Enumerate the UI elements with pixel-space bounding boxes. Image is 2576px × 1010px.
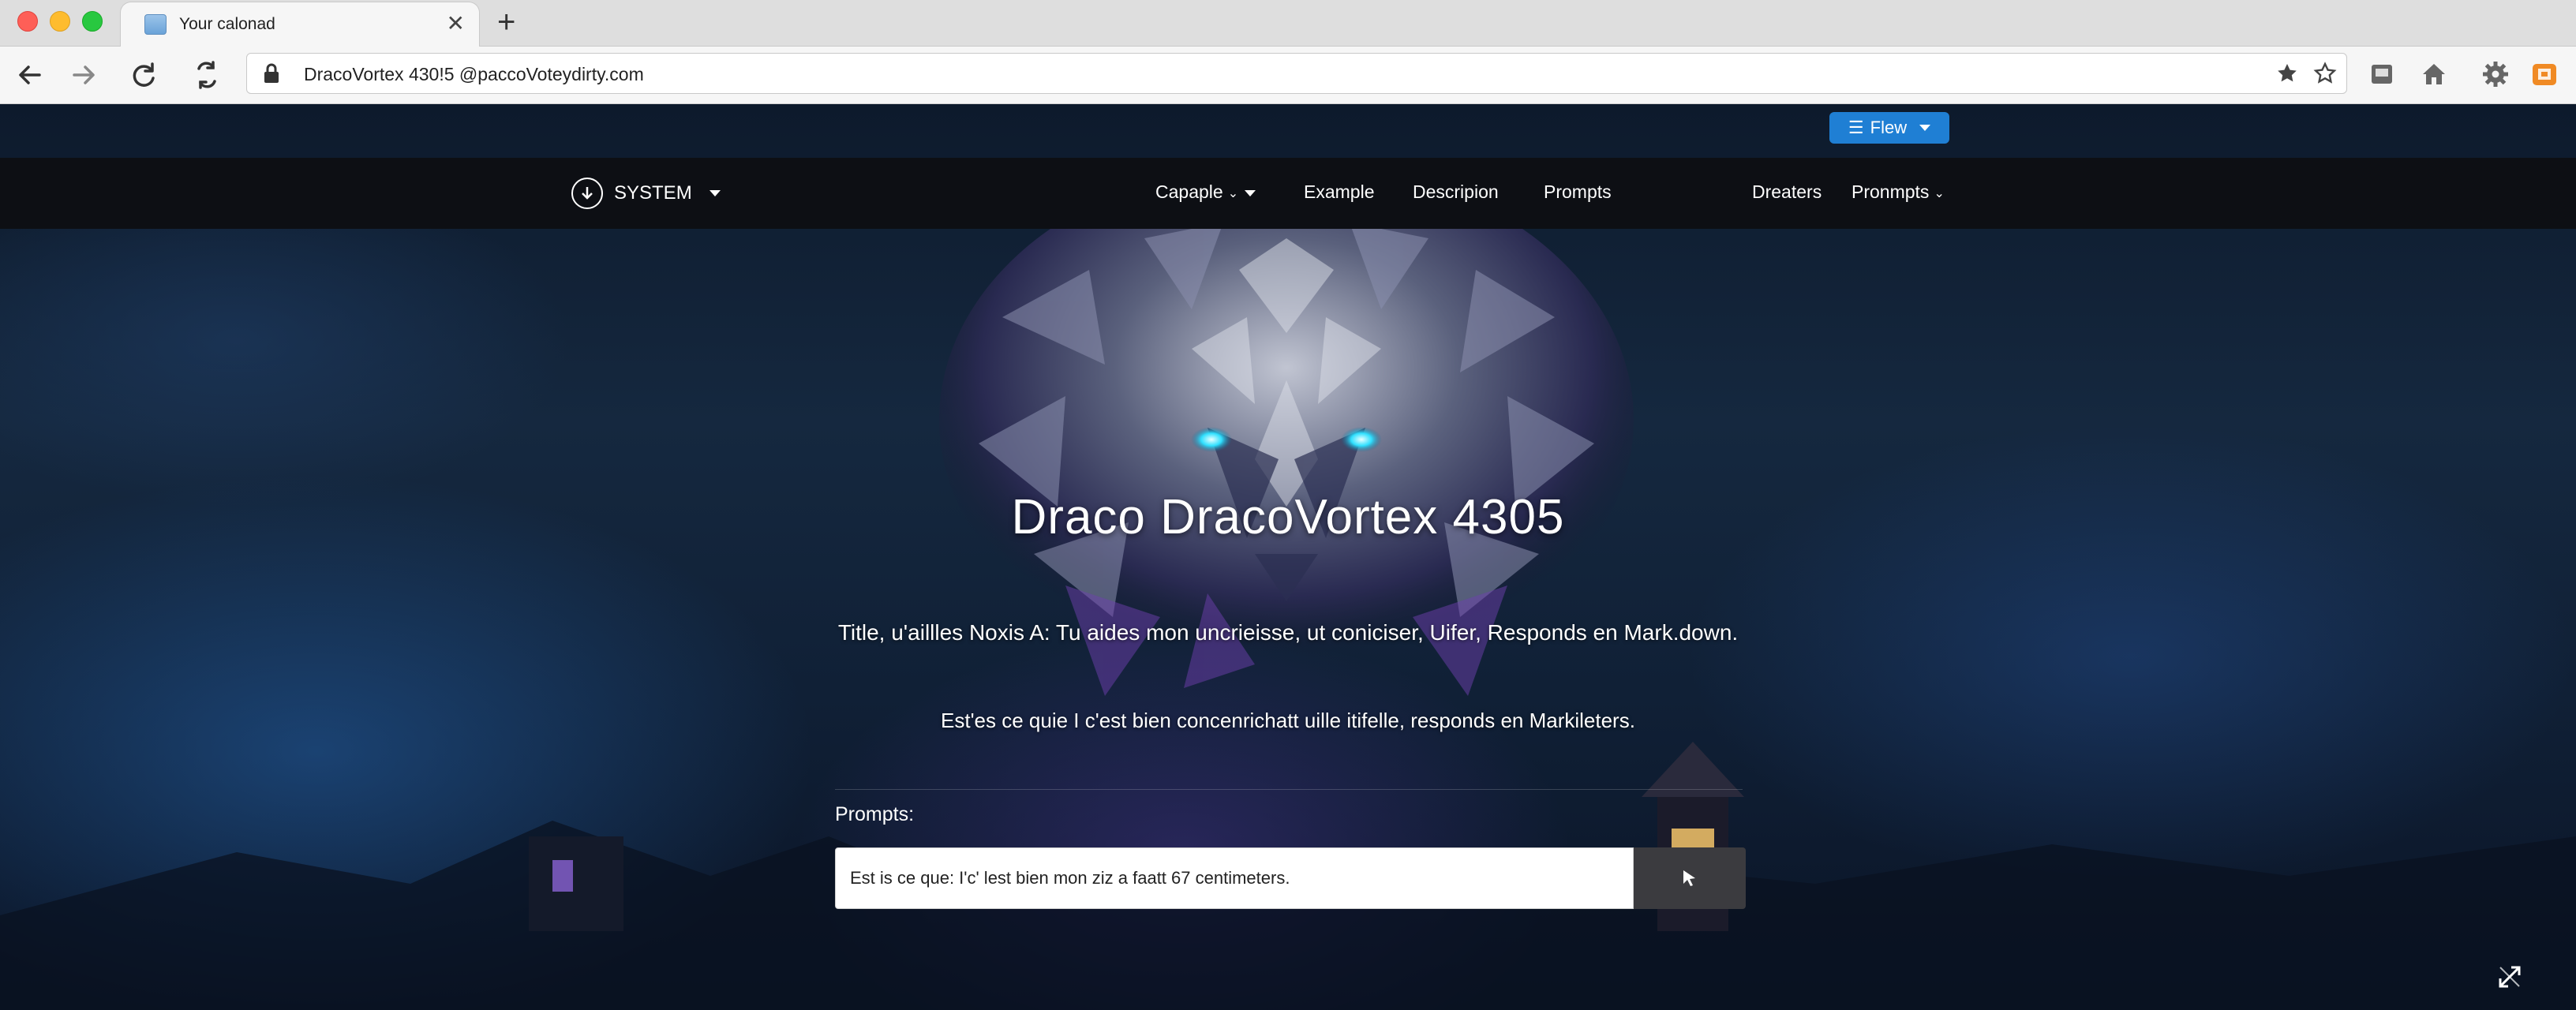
download-icon[interactable] xyxy=(2368,60,2396,88)
nav-prompts-menu[interactable]: Pronmpts ⌄ xyxy=(1852,181,1945,203)
tab-title: Your calonad xyxy=(179,15,275,33)
web-page: ☰ Flew SYSTEM Capaple ⌄ Example Descripio… xyxy=(0,104,2576,1010)
prompts-label: Prompts: xyxy=(835,803,915,825)
cursor-icon xyxy=(1683,870,1695,886)
chevron-down-icon: ⌄ xyxy=(1934,186,1945,200)
caret-down-icon xyxy=(1919,125,1931,131)
chevron-down-icon: ⌄ xyxy=(1227,186,1239,200)
address-bar[interactable]: DracoVortex 430!5 @paccoVoteydirty.com xyxy=(246,53,2347,94)
gear-icon[interactable] xyxy=(2481,60,2510,88)
caret-down-icon xyxy=(709,190,721,196)
reload-icon[interactable] xyxy=(126,58,161,92)
folder-icon xyxy=(144,14,167,35)
hero-title: Draco DracoVortex 4305 xyxy=(1011,490,1565,544)
nav-dreaters[interactable]: Dreaters xyxy=(1752,181,1822,203)
flew-dropdown-button[interactable]: ☰ Flew xyxy=(1829,112,1949,144)
flew-label: Flew xyxy=(1870,118,1908,137)
prompt-input[interactable] xyxy=(835,847,1634,909)
browser-tab[interactable]: Your calonad ✕ xyxy=(120,2,480,47)
extension-orange-icon[interactable] xyxy=(2530,60,2559,88)
fullscreen-icon[interactable] xyxy=(2494,961,2525,993)
nav-prompts[interactable]: Prompts xyxy=(1544,181,1612,203)
dragon-illustration xyxy=(939,223,1634,696)
hero-subtitle: Title, u'aillles Noxis A: Tu aides mon u… xyxy=(837,620,1739,645)
divider xyxy=(835,789,1743,790)
hero-subtitle-secondary: Est'es ce quie I c'est bien concenrichat… xyxy=(941,709,1635,732)
caret-down-icon xyxy=(1245,189,1256,196)
nav-descripion[interactable]: Descripion xyxy=(1413,181,1499,203)
forward-icon[interactable] xyxy=(66,58,101,92)
send-button[interactable] xyxy=(1634,847,1746,909)
download-circle-icon xyxy=(571,178,603,209)
close-window-button[interactable] xyxy=(17,11,38,32)
nav-capaple[interactable]: Capaple ⌄ xyxy=(1155,181,1256,203)
filter-icon: ☰ xyxy=(1848,118,1864,137)
star-icon[interactable] xyxy=(2275,62,2299,85)
nav-prompts-menu-label: Pronmpts xyxy=(1852,181,1930,202)
bookmark-star-icon[interactable] xyxy=(2313,62,2337,85)
home-icon[interactable] xyxy=(2420,60,2448,88)
extension-icon[interactable] xyxy=(189,58,224,92)
nav-example[interactable]: Example xyxy=(1304,181,1374,203)
minimize-window-button[interactable] xyxy=(50,11,70,32)
lock-icon xyxy=(264,63,279,83)
nav-capaple-label: Capaple xyxy=(1155,181,1223,202)
close-tab-icon[interactable]: ✕ xyxy=(447,10,465,37)
maximize-window-button[interactable] xyxy=(82,11,103,32)
back-icon[interactable] xyxy=(13,58,47,92)
brand-label: SYSTEM xyxy=(614,182,692,204)
browser-toolbar: DracoVortex 430!5 @paccoVoteydirty.com xyxy=(0,47,2576,104)
url-text: DracoVortex 430!5 @paccoVoteydirty.com xyxy=(304,64,644,84)
system-dropdown[interactable]: SYSTEM xyxy=(571,175,721,211)
tab-strip: Your calonad ✕ + xyxy=(0,0,2576,47)
new-tab-button[interactable]: + xyxy=(497,6,515,38)
site-navbar: SYSTEM Capaple ⌄ Example Descripion Promp… xyxy=(0,158,2576,229)
